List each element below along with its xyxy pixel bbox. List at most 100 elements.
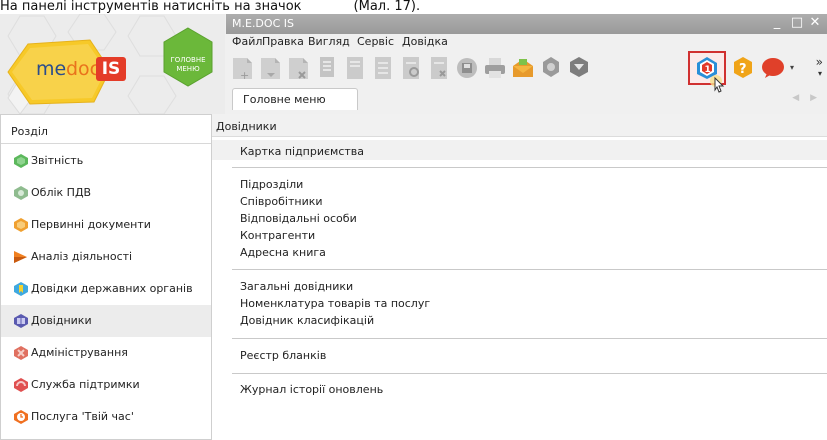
chat-bubble-icon [762,58,784,78]
menu-view[interactable]: Вигляд [308,35,350,49]
print-button[interactable] [482,55,508,81]
directory-item[interactable]: Журнал історії оновлень [240,383,383,396]
open-document-button[interactable] [258,55,284,81]
separator [232,269,827,270]
chat-dropdown-arrow[interactable]: ▾ [790,63,794,72]
menu-service[interactable]: Сервіс [357,35,394,49]
chat-button[interactable]: ▾ [758,55,794,81]
close-button[interactable]: ✕ [807,15,823,31]
separator [232,167,827,168]
your-time-icon [14,410,28,424]
search-document-icon [403,57,419,79]
home-menu-label-1: ГОЛОВНЕ [170,56,206,64]
menu-edit[interactable]: Правка [262,35,304,49]
sidebar-item-directories[interactable]: Довідники [1,305,211,337]
save-disk-icon [457,58,477,78]
sidebar-item-your-time[interactable]: Послуга 'Твій час' [1,401,211,433]
sidebar-item-administration[interactable]: Адміністрування [1,337,211,369]
sidebar-item-reports[interactable]: Звітність [1,145,211,177]
top-area: me doc IS ГОЛОВНЕ МЕНЮ M.E.DOC IS _ □ ✕ … [0,14,827,114]
sidebar-item-primary-documents[interactable]: Первинні документи [1,209,211,241]
toolbar-overflow[interactable]: » [816,55,823,69]
caption-text-right: (Мал. 17). [353,0,421,14]
search-document-button[interactable] [398,55,424,81]
directory-item[interactable]: Номенклатура товарів та послуг [240,297,430,310]
svg-text:1: 1 [705,65,711,75]
sidebar-item-label: Довідники [31,314,92,327]
sidebar-item-label: Облік ПДВ [31,186,92,199]
home-menu-button[interactable]: ГОЛОВНЕ МЕНЮ [164,56,212,80]
new-document-button[interactable]: + [230,55,256,81]
sidebar-item-label: Аналіз діяльності [31,250,133,263]
directory-item[interactable]: Контрагенти [240,229,315,242]
copy-document-button[interactable] [314,55,340,81]
directory-item[interactable]: Відповідальні особи [240,212,357,225]
separator [232,338,827,339]
menu-file[interactable]: Файл [232,35,262,49]
separator [232,373,827,374]
help-icon: ? [734,57,752,78]
medoc-window: me doc IS ГОЛОВНЕ МЕНЮ M.E.DOC IS _ □ ✕ … [0,14,827,440]
help-button[interactable]: ? [730,55,756,81]
document-caption: На панелі інструментів натисніть на знач… [0,0,827,14]
minimize-button[interactable]: _ [769,15,785,31]
logo[interactable]: me doc IS [24,54,126,84]
new-document-icon: + [233,58,252,81]
directory-item[interactable]: Адресна книга [240,246,326,259]
toolbar-overflow-dropdown[interactable]: ▾ [818,69,822,78]
highlighted-row[interactable]: Картка підприємства [212,140,827,160]
edit-document-icon [347,57,363,79]
home-menu-label-2: МЕНЮ [176,65,200,73]
sidebar-item-support[interactable]: Служба підтримки [1,369,211,401]
window-title: M.E.DOC IS [232,17,294,30]
mail-button[interactable] [510,55,536,81]
list-document-icon [375,57,391,79]
tab-scroll-arrows[interactable]: ◀ ▶ [792,93,821,103]
menu-bar: Файл Правка Вигляд Сервіс Довідка [226,34,827,50]
sidebar-item-label: Адміністрування [31,346,128,359]
directory-item[interactable]: Співробітники [240,195,323,208]
settings-gear-icon [543,57,559,77]
sidebar-item-activity-analysis[interactable]: Аналіз діяльності [1,241,211,273]
mail-icon [513,59,533,77]
vat-icon [14,186,28,200]
primary-documents-icon [14,218,28,232]
sidebar-item-label: Первинні документи [31,218,151,231]
delete-document-icon [289,58,308,79]
title-bar[interactable]: M.E.DOC IS _ □ ✕ [226,14,827,34]
update-button[interactable]: 1 [688,51,726,93]
directory-item[interactable]: Довідник класифікацій [240,314,374,327]
shield-button[interactable] [566,55,592,81]
activity-analysis-icon [14,251,27,263]
sidebar-header: Розділ [1,115,211,144]
directory-item[interactable]: Реєстр бланків [240,349,326,362]
sidebar-item-vat[interactable]: Облік ПДВ [1,177,211,209]
remove-document-button[interactable] [426,55,452,81]
svg-text:?: ? [739,62,747,77]
caption-text-left: На панелі інструментів натисніть на знач… [0,0,302,14]
directory-item[interactable]: Загальні довідники [240,280,353,293]
sidebar-item-label: Довідки державних органів [31,282,193,295]
sidebar-item-label: Служба підтримки [31,378,140,391]
settings-gear-button[interactable] [538,55,564,81]
svg-text:+: + [240,69,249,81]
sidebar-item-label: Послуга 'Твій час' [31,410,134,423]
tab-home-menu[interactable]: Головне меню [232,88,358,110]
save-disk-button[interactable] [454,55,480,81]
state-certificates-icon [14,282,28,296]
sidebar-item-state-certificates[interactable]: Довідки державних органів [1,273,211,305]
menu-help[interactable]: Довідка [402,35,448,49]
edit-document-button[interactable] [342,55,368,81]
reports-icon [14,154,28,168]
toolbar: + 1 ? ▾ » ▾ [226,51,827,93]
tab-home-menu-label: Головне меню [243,93,326,106]
sidebar: Розділ Звітність Облік ПДВ Первинні доку… [0,114,212,440]
directory-item-company-card[interactable]: Картка підприємства [240,145,364,158]
directory-item[interactable]: Підрозділи [240,178,303,191]
shield-icon [570,57,588,77]
list-document-button[interactable] [370,55,396,81]
logo-is: IS [96,57,126,81]
logo-me: me [36,58,67,80]
maximize-button[interactable]: □ [789,15,805,31]
delete-document-button[interactable] [286,55,312,81]
